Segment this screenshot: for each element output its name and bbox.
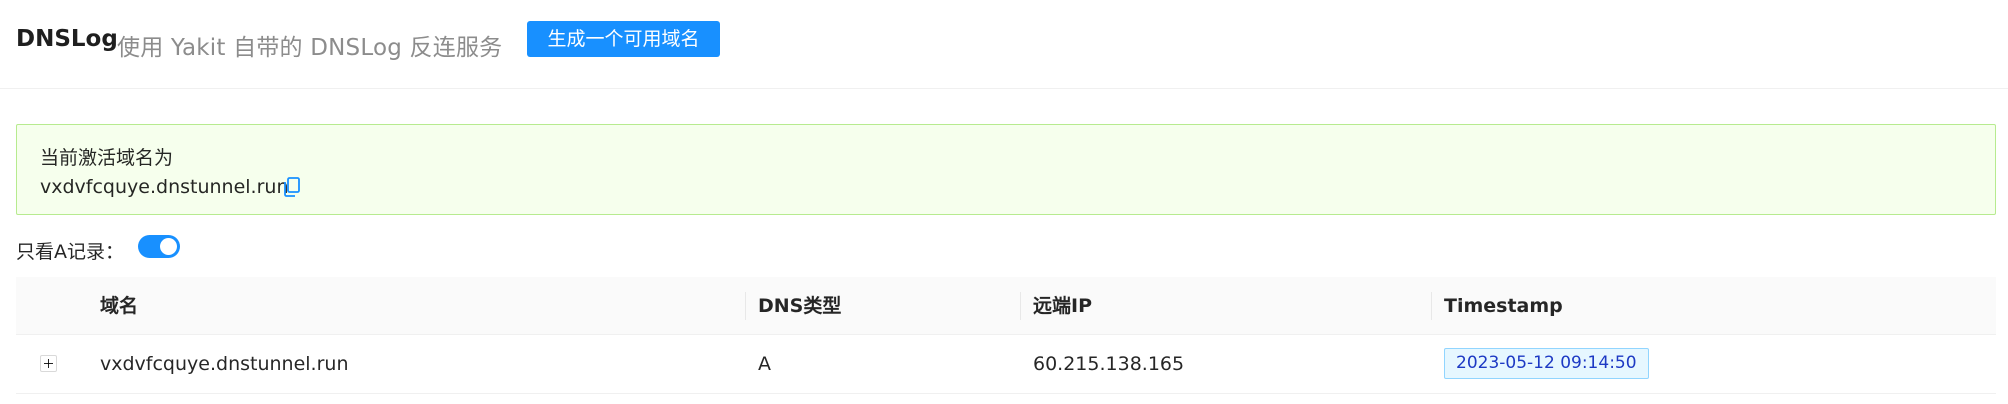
generate-domain-button[interactable]: 生成一个可用域名	[527, 21, 720, 57]
switch-knob	[160, 238, 177, 255]
column-header-dns-type: DNS类型	[758, 295, 842, 317]
column-divider	[745, 292, 746, 320]
active-domain-alert: 当前激活域名为 vxdvfcquye.dnstunnel.run	[16, 124, 1996, 215]
copy-icon[interactable]	[283, 177, 301, 197]
cell-remote-ip: 60.215.138.165	[1033, 353, 1185, 375]
column-divider	[1020, 292, 1021, 320]
page-title: DNSLog	[16, 26, 118, 52]
only-a-records-label: 只看A记录：	[16, 241, 124, 263]
table-header: 域名 DNS类型 远端IP Timestamp	[16, 277, 1996, 335]
expand-row-icon[interactable]	[40, 355, 57, 372]
alert-title: 当前激活域名为	[40, 147, 174, 169]
column-divider	[1431, 292, 1432, 320]
page-subtitle: 使用 Yakit 自带的 DNSLog 反连服务	[117, 35, 503, 61]
column-header-remote-ip: 远端IP	[1033, 295, 1092, 317]
only-a-records-switch[interactable]	[138, 235, 180, 258]
table-row[interactable]: vxdvfcquye.dnstunnel.run A 60.215.138.16…	[16, 335, 1996, 394]
cell-dns-type: A	[758, 353, 771, 375]
timestamp-tag: 2023-05-12 09:14:50	[1444, 348, 1649, 379]
cell-domain: vxdvfcquye.dnstunnel.run	[100, 353, 349, 375]
column-header-timestamp: Timestamp	[1444, 295, 1563, 317]
column-header-domain: 域名	[100, 295, 139, 317]
active-domain-text: vxdvfcquye.dnstunnel.run	[40, 176, 289, 198]
page-header: DNSLog 使用 Yakit 自带的 DNSLog 反连服务 生成一个可用域名	[0, 0, 2008, 89]
